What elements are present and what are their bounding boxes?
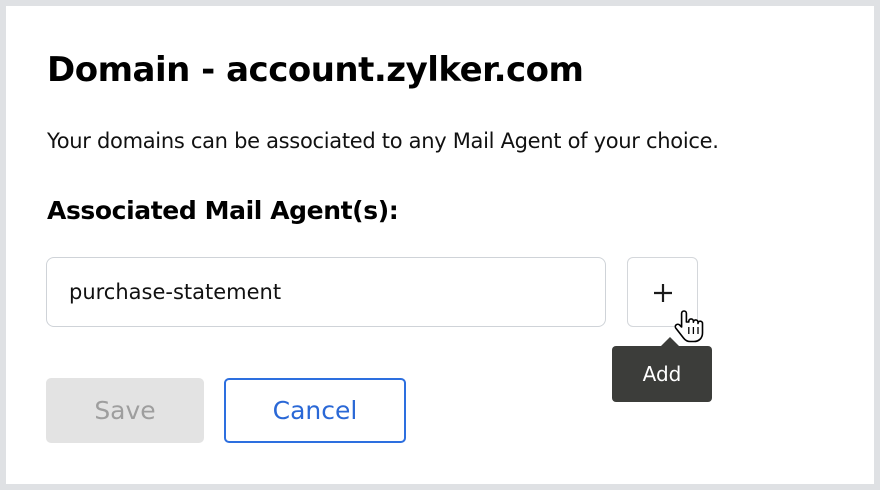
- cancel-button[interactable]: Cancel: [224, 378, 406, 443]
- add-tooltip-label: Add: [642, 362, 682, 386]
- add-tooltip: Add: [612, 337, 712, 402]
- dialog-description: Your domains can be associated to any Ma…: [47, 129, 719, 153]
- tooltip-arrow: [661, 337, 679, 346]
- associated-agents-label: Associated Mail Agent(s):: [47, 196, 399, 225]
- save-button[interactable]: Save: [46, 378, 204, 443]
- mail-agent-input[interactable]: [46, 257, 606, 327]
- plus-icon: [654, 284, 672, 302]
- dialog-title: Domain - account.zylker.com: [47, 50, 584, 90]
- domain-dialog: Domain - account.zylker.com Your domains…: [6, 6, 874, 484]
